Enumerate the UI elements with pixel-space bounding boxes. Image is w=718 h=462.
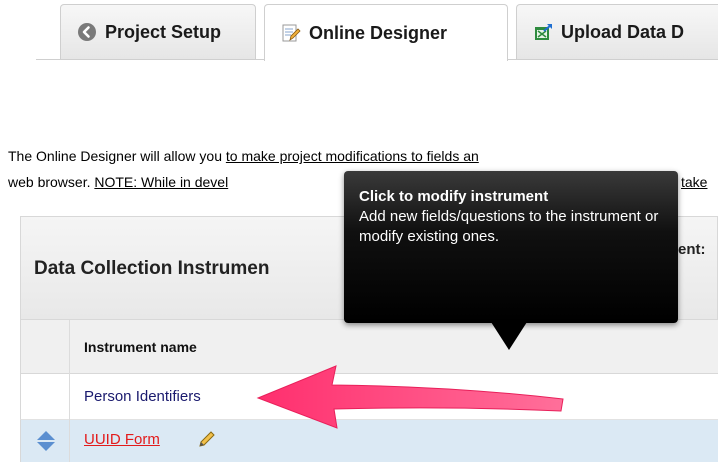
description-text: The Online Designer will allow you [8,148,226,164]
edit-pencil-icon[interactable] [198,430,216,448]
tab-bar: Project Setup Online Designer Upload Dat… [0,0,718,61]
description-line-1: The Online Designer will allow you to ma… [8,148,479,164]
tooltip-title: Click to modify instrument [359,188,549,205]
tooltip-body: Add new fields/questions to the instrume… [359,208,659,245]
designer-pencil-icon [282,24,301,42]
tab-label: Upload Data D [561,21,685,42]
tab-label: Online Designer [309,22,448,43]
note-link[interactable]: NOTE: While in devel [94,174,228,190]
note-link-tail[interactable]: take [681,174,707,190]
screen: Project Setup Online Designer Upload Dat… [0,0,718,462]
back-circle-icon [78,23,96,41]
reorder-arrows-icon[interactable] [36,430,56,452]
description-text: web browser. [8,174,95,190]
description-link[interactable]: to make project modifications to fields … [226,148,479,164]
tab-label: Project Setup [105,21,222,42]
tab-upload-data[interactable]: Upload Data D [516,4,718,59]
column-divider [69,320,70,462]
tab-project-setup[interactable]: Project Setup [60,4,256,59]
table-title: Data Collection Instrumen [34,258,270,279]
tooltip: Click to modify instrument Add new field… [344,171,678,323]
spreadsheet-upload-icon [535,24,552,40]
column-header-instrument-name: Instrument name [84,339,197,355]
instrument-link-person-identifiers[interactable]: Person Identifiers [84,388,201,405]
description-line-2: web browser. NOTE: While in devel [8,174,228,190]
tab-online-designer[interactable]: Online Designer [264,4,508,61]
tooltip-pointer [491,322,527,350]
description-line-2-tail: take [681,174,707,190]
table-header-right-text: ent: [678,241,706,258]
instrument-link-uuid-form[interactable]: UUID Form [84,431,160,448]
